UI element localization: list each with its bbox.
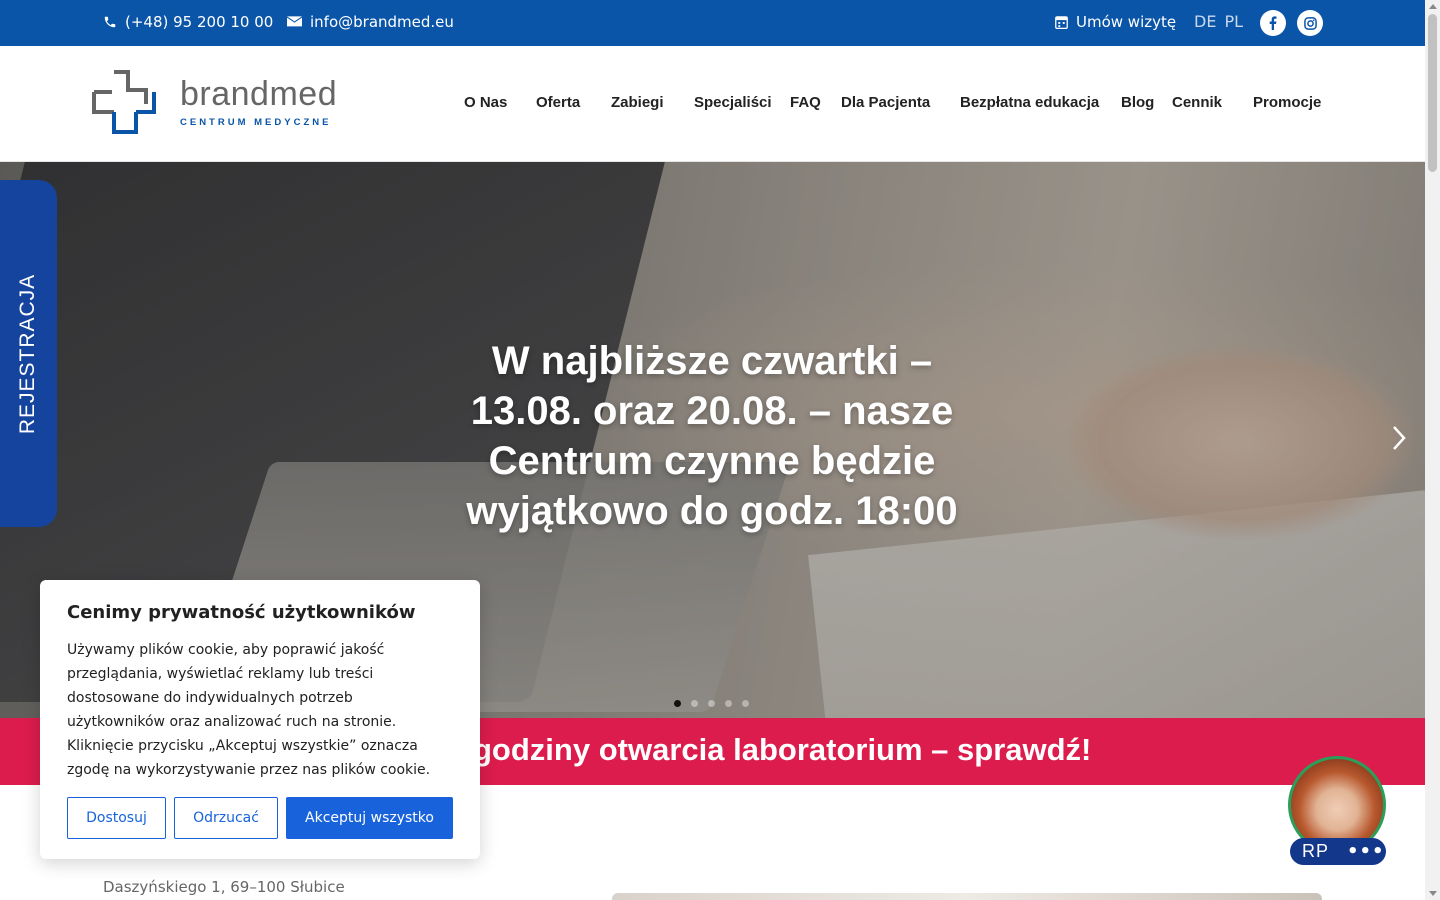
nav-item-dla-pacjenta[interactable]: Dla Pacjenta — [841, 94, 930, 111]
more-dots-icon[interactable]: ••• — [1347, 841, 1385, 862]
page-scrollbar[interactable] — [1425, 0, 1440, 900]
instagram-icon[interactable] — [1297, 10, 1323, 36]
slider-dot[interactable] — [708, 700, 715, 707]
nav-item-specjalisci[interactable]: Specjaliści — [694, 94, 772, 111]
appointment-label: Umów wizytę — [1076, 13, 1177, 31]
nav-item-cennik[interactable]: Cennik — [1172, 94, 1222, 111]
nav-item-oferta[interactable]: Oferta — [536, 94, 580, 111]
slider-dot[interactable] — [725, 700, 732, 707]
facebook-icon[interactable] — [1260, 10, 1286, 36]
nav-item-o-nas[interactable]: O Nas — [464, 94, 507, 111]
email-address: info@brandmed.eu — [310, 13, 454, 31]
slider-dot[interactable] — [691, 700, 698, 707]
calendar-icon — [1055, 16, 1068, 29]
registration-tab[interactable]: REJESTRACJA — [0, 180, 57, 527]
registration-tab-label: REJESTRACJA — [16, 273, 39, 435]
phone-link[interactable]: (+48) 95 200 10 00 — [103, 13, 273, 31]
slider-dot[interactable] — [674, 700, 681, 707]
cookie-consent-dialog: Cenimy prywatność użytkowników Używamy p… — [40, 580, 480, 859]
slider-dot[interactable] — [742, 700, 749, 707]
banner-text: godziny otwarcia laboratorium – sprawdź! — [473, 732, 1092, 767]
slider-next-arrow-icon[interactable] — [1392, 424, 1406, 459]
nav-item-edukacja[interactable]: Bezpłatna edukacja — [960, 94, 1099, 111]
medical-cross-logo-icon — [92, 70, 156, 134]
scrollbar-thumb[interactable] — [1428, 14, 1437, 172]
brand-tagline: CENTRUM MEDYCZNE — [180, 116, 332, 128]
lang-de[interactable]: DE — [1194, 12, 1216, 31]
language-switcher: DE PL — [1194, 12, 1243, 31]
nav-item-faq[interactable]: FAQ — [790, 94, 821, 111]
slider-dots — [674, 700, 749, 707]
email-link[interactable]: info@brandmed.eu — [287, 13, 454, 31]
phone-icon — [104, 16, 116, 28]
cookie-customize-button[interactable]: Dostosuj — [67, 797, 166, 839]
nav-item-zabiegi[interactable]: Zabiegi — [611, 94, 664, 111]
chat-label: RP — [1302, 841, 1330, 861]
content-image — [612, 893, 1322, 900]
appointment-link[interactable]: Umów wizytę — [1055, 13, 1176, 31]
hero-title: W najbliższe czwartki – 13.08. oraz 20.0… — [466, 339, 958, 533]
clinic-address: Daszyńskiego 1, 69–100 Słubice — [103, 878, 345, 896]
cookie-title: Cenimy prywatność użytkowników — [67, 602, 416, 623]
phone-number: (+48) 95 200 10 00 — [125, 13, 274, 31]
lang-pl[interactable]: PL — [1224, 12, 1243, 31]
nav-item-blog[interactable]: Blog — [1121, 94, 1154, 111]
site-header: brandmed CENTRUM MEDYCZNE O Nas Oferta Z… — [0, 46, 1425, 162]
chat-widget-bar[interactable]: RP ••• — [1290, 838, 1386, 865]
envelope-icon — [287, 16, 302, 27]
cookie-body: Używamy plików cookie, aby poprawić jako… — [67, 642, 431, 778]
top-bar: (+48) 95 200 10 00 info@brandmed.eu Umów… — [0, 0, 1425, 46]
brand-logo[interactable]: brandmed CENTRUM MEDYCZNE — [92, 70, 337, 134]
cookie-reject-button[interactable]: Odrzucać — [174, 797, 278, 839]
scroll-up-icon[interactable] — [1429, 4, 1437, 9]
cookie-accept-button[interactable]: Akceptuj wszystko — [286, 797, 453, 839]
nav-item-promocje[interactable]: Promocje — [1253, 94, 1321, 111]
brand-name: brandmed — [180, 74, 338, 113]
scroll-down-icon[interactable] — [1429, 891, 1437, 896]
